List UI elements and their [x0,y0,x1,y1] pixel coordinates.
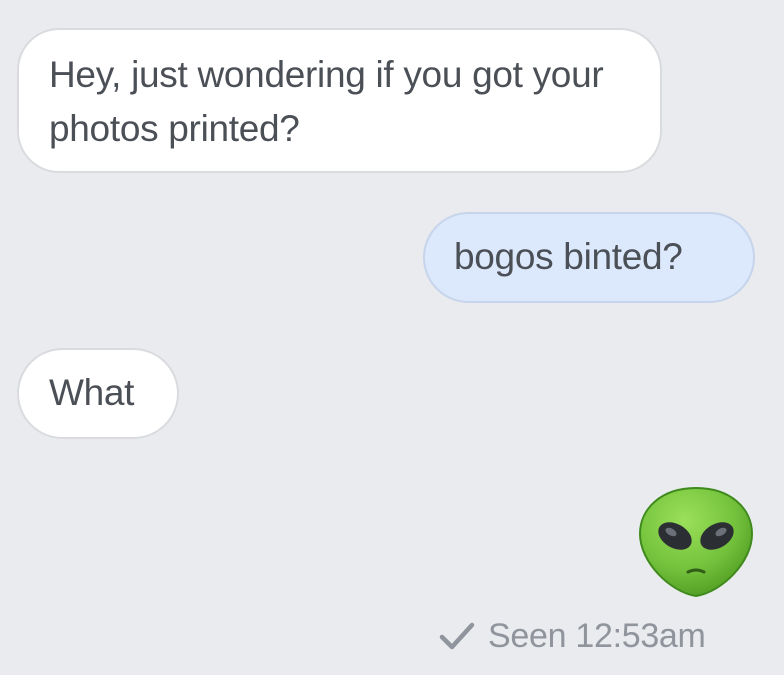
message-text: bogos binted? [454,236,683,277]
incoming-message-bubble[interactable]: Hey, just wondering if you got your phot… [17,28,662,173]
outgoing-message-bubble[interactable]: bogos binted? [423,212,755,303]
seen-receipt: Seen 12:53am [438,612,706,660]
incoming-message-bubble[interactable]: What [17,348,179,439]
message-text: Hey, just wondering if you got your phot… [49,54,604,149]
seen-timestamp: Seen 12:53am [488,616,706,655]
message-text: What [49,372,135,413]
message-thread: Hey, just wondering if you got your phot… [0,0,784,675]
checkmark-icon [439,622,475,650]
alien-emoji-icon [638,486,754,598]
alien-emoji-message[interactable] [638,484,754,600]
